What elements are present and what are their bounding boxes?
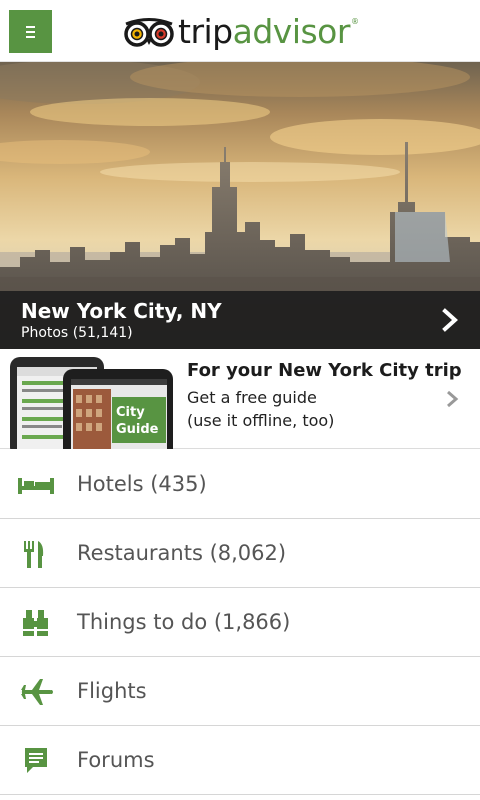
app-header: tripadvisor ®	[0, 0, 480, 62]
svg-text:City: City	[116, 405, 145, 420]
list-item-label: Hotels (435)	[77, 472, 207, 496]
free-guide-promo[interactable]: City Guide For your New York City trip G…	[0, 349, 480, 449]
bed-icon	[18, 478, 54, 494]
menu-button[interactable]	[9, 10, 52, 53]
airplane-icon	[20, 679, 53, 705]
list-item-restaurants[interactable]: Restaurants (8,062)	[0, 519, 480, 588]
photos-link[interactable]: Photos (51,141)	[21, 325, 133, 341]
list-item-forums[interactable]: Forums	[0, 726, 480, 795]
city-categories-list: Hotels (435) Restaurants (8,062) Things …	[0, 450, 480, 795]
binoculars-icon	[23, 610, 48, 636]
promo-title: For your New York City trip	[187, 360, 462, 381]
fork-knife-icon	[24, 541, 44, 568]
list-item-hotels[interactable]: Hotels (435)	[0, 450, 480, 519]
list-item-things-to-do[interactable]: Things to do (1,866)	[0, 588, 480, 657]
city-title: New York City, NY	[21, 299, 222, 323]
svg-text:Guide: Guide	[116, 422, 159, 437]
phones-illustration: City Guide	[10, 357, 173, 449]
list-item-label: Flights	[77, 679, 147, 703]
city-hero[interactable]: New York City, NY Photos (51,141)	[0, 62, 480, 349]
list-item-label: Forums	[77, 748, 155, 772]
speech-bubble-icon	[25, 748, 47, 773]
list-item-flights[interactable]: Flights	[0, 657, 480, 726]
logo-wordmark: tripadvisor	[178, 12, 350, 51]
promo-line-2: (use it offline, too)	[187, 411, 335, 430]
owl-logo-icon	[124, 18, 174, 47]
list-item-label: Restaurants (8,062)	[77, 541, 287, 565]
photos-count: (51,141)	[72, 325, 133, 341]
promo-line-1: Get a free guide	[187, 388, 317, 407]
tripadvisor-logo[interactable]: tripadvisor ®	[123, 12, 359, 52]
list-item-label: Things to do (1,866)	[77, 610, 291, 634]
chevron-right-icon	[442, 308, 458, 332]
registered-mark: ®	[350, 17, 359, 26]
menu-icon	[26, 25, 35, 38]
chevron-right-icon	[447, 390, 459, 408]
city-info-bar[interactable]: New York City, NY Photos (51,141)	[0, 291, 480, 349]
